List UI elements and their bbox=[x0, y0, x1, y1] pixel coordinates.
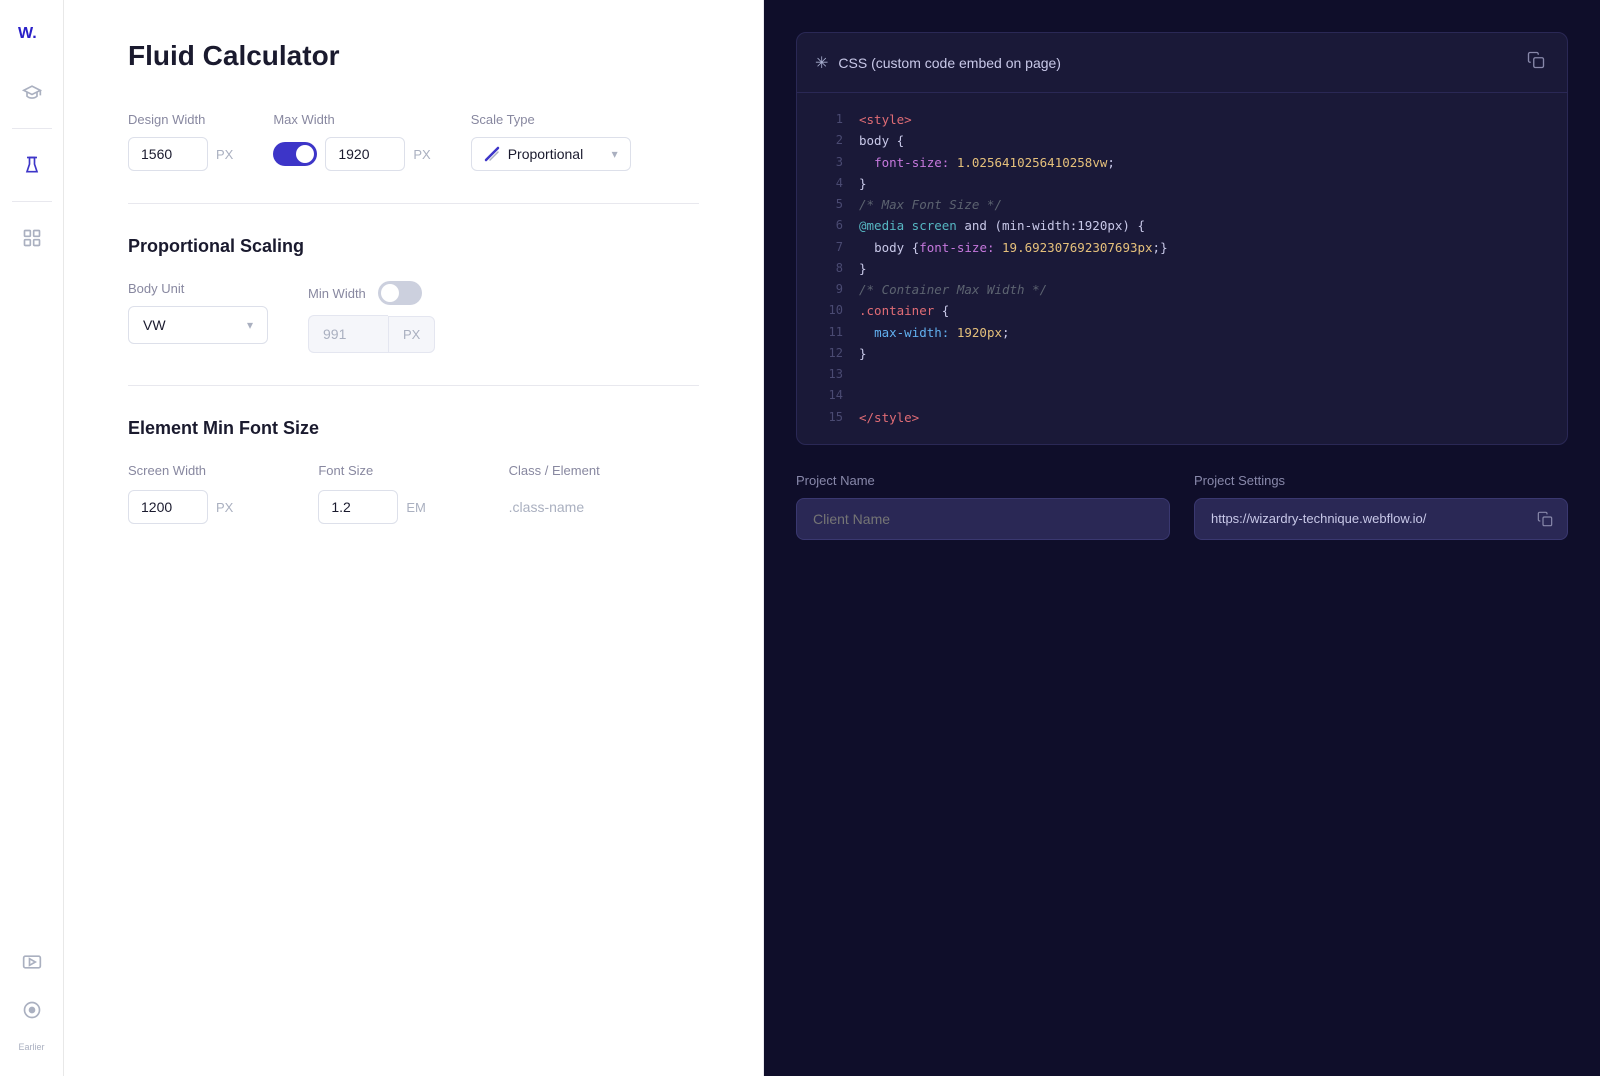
sidebar-item-video[interactable] bbox=[12, 942, 52, 982]
screen-width-value[interactable] bbox=[128, 490, 208, 524]
screen-width-unit: PX bbox=[216, 500, 233, 515]
font-size-cell: EM bbox=[318, 490, 508, 524]
screen-width-col-header: Screen Width bbox=[128, 463, 318, 478]
class-element-cell: .class-name bbox=[509, 499, 699, 515]
class-element-col-header: Class / Element bbox=[509, 463, 699, 478]
font-size-col-header: Font Size bbox=[318, 463, 508, 478]
sidebar-item-learn[interactable] bbox=[12, 72, 52, 112]
element-min-font-size-title: Element Min Font Size bbox=[128, 418, 699, 439]
max-width-toggle[interactable] bbox=[273, 142, 317, 166]
screen-width-cell: PX bbox=[128, 490, 318, 524]
page-title: Fluid Calculator bbox=[128, 40, 699, 72]
design-width-label: Design Width bbox=[128, 112, 233, 127]
proportional-icon bbox=[484, 146, 500, 162]
divider-2 bbox=[128, 385, 699, 386]
sidebar-item-circle[interactable] bbox=[12, 990, 52, 1030]
project-settings-label: Project Settings bbox=[1194, 473, 1568, 488]
min-width-label: Min Width bbox=[308, 286, 366, 301]
body-unit-group: Body Unit VW ▾ bbox=[128, 281, 268, 344]
design-width-unit: PX bbox=[216, 147, 233, 162]
sidebar-bottom: Earlier bbox=[12, 942, 52, 1060]
project-url-input[interactable] bbox=[1195, 499, 1523, 538]
max-width-input-row: PX bbox=[273, 137, 430, 171]
code-line-12: 12 } bbox=[797, 343, 1567, 364]
proportional-scaling-title: Proportional Scaling bbox=[128, 236, 699, 257]
url-copy-button[interactable] bbox=[1523, 499, 1567, 539]
max-width-unit: PX bbox=[413, 147, 430, 162]
widths-row: Design Width PX Max Width PX bbox=[128, 112, 699, 171]
project-info: Project Name Project Settings bbox=[796, 473, 1568, 540]
code-line-7: 7 body {font-size: 19.692307692307693px;… bbox=[797, 237, 1567, 258]
code-line-15: 15 </style> bbox=[797, 407, 1567, 428]
font-size-table: Screen Width Font Size Class / Element P… bbox=[128, 463, 699, 524]
sidebar-divider bbox=[12, 128, 52, 129]
design-width-input[interactable] bbox=[128, 137, 208, 171]
code-block-title-row: ✳ CSS (custom code embed on page) bbox=[815, 53, 1061, 73]
code-block-header: ✳ CSS (custom code embed on page) bbox=[797, 33, 1567, 93]
design-width-group: Design Width PX bbox=[128, 112, 233, 171]
code-block-title: CSS (custom code embed on page) bbox=[838, 55, 1061, 71]
css-code-block: ✳ CSS (custom code embed on page) 1 <sty… bbox=[796, 32, 1568, 445]
min-width-label-row: Min Width bbox=[308, 281, 435, 305]
min-width-group: Min Width PX bbox=[308, 281, 435, 353]
project-url-row bbox=[1194, 498, 1568, 540]
project-name-label: Project Name bbox=[796, 473, 1170, 488]
min-width-input-group: PX bbox=[308, 315, 435, 353]
earlier-label: Earlier bbox=[18, 1042, 44, 1052]
code-line-3: 3 font-size: 1.0256410256410258vw; bbox=[797, 152, 1567, 173]
code-line-1: 1 <style> bbox=[797, 109, 1567, 130]
class-value: .class-name bbox=[509, 499, 584, 515]
svg-text:W.: W. bbox=[18, 25, 37, 42]
max-width-input[interactable] bbox=[325, 137, 405, 171]
code-line-4: 4 } bbox=[797, 173, 1567, 194]
project-name-input[interactable] bbox=[796, 498, 1170, 540]
min-width-toggle[interactable] bbox=[378, 281, 422, 305]
code-line-13: 13 bbox=[797, 364, 1567, 385]
code-line-6: 6 @media screen and (min-width:1920px) { bbox=[797, 215, 1567, 236]
scale-type-group: Scale Type Proportional ▾ bbox=[471, 112, 631, 171]
chevron-down-icon: ▾ bbox=[612, 147, 618, 161]
code-line-11: 11 max-width: 1920px; bbox=[797, 322, 1567, 343]
sidebar-item-layers[interactable] bbox=[12, 218, 52, 258]
font-size-value[interactable] bbox=[318, 490, 398, 524]
scale-type-select[interactable]: Proportional ▾ bbox=[471, 137, 631, 171]
code-line-9: 9 /* Container Max Width */ bbox=[797, 279, 1567, 300]
code-line-10: 10 .container { bbox=[797, 300, 1567, 321]
sidebar-item-lab[interactable] bbox=[12, 145, 52, 185]
project-name-field: Project Name bbox=[796, 473, 1170, 540]
table-header: Screen Width Font Size Class / Element bbox=[128, 463, 699, 478]
max-width-label: Max Width bbox=[273, 112, 430, 127]
body-unit-label: Body Unit bbox=[128, 281, 268, 296]
font-size-unit: EM bbox=[406, 500, 426, 515]
body-unit-chevron-icon: ▾ bbox=[247, 318, 253, 332]
sidebar-nav bbox=[12, 72, 52, 942]
scale-type-value: Proportional bbox=[508, 146, 604, 162]
project-settings-field: Project Settings bbox=[1194, 473, 1568, 540]
code-line-5: 5 /* Max Font Size */ bbox=[797, 194, 1567, 215]
divider-1 bbox=[128, 203, 699, 204]
right-panel: ✳ CSS (custom code embed on page) 1 <sty… bbox=[764, 0, 1600, 1076]
code-line-8: 8 } bbox=[797, 258, 1567, 279]
design-width-input-row: PX bbox=[128, 137, 233, 171]
left-panel: Fluid Calculator Design Width PX Max Wid… bbox=[64, 0, 764, 1076]
asterisk-icon: ✳ bbox=[815, 53, 828, 73]
scale-type-label: Scale Type bbox=[471, 112, 631, 127]
main-area: Fluid Calculator Design Width PX Max Wid… bbox=[64, 0, 1600, 1076]
app-logo[interactable]: W. bbox=[16, 16, 48, 48]
min-width-unit: PX bbox=[388, 316, 435, 353]
sidebar-divider-2 bbox=[12, 201, 52, 202]
code-body: 1 <style> 2 body { 3 font-size: 1.025641… bbox=[797, 93, 1567, 444]
copy-button[interactable] bbox=[1523, 47, 1549, 78]
min-width-input bbox=[308, 315, 388, 353]
code-line-2: 2 body { bbox=[797, 130, 1567, 151]
body-unit-value: VW bbox=[143, 317, 166, 333]
code-line-14: 14 bbox=[797, 385, 1567, 406]
max-width-group: Max Width PX bbox=[273, 112, 430, 171]
body-unit-row: Body Unit VW ▾ Min Width bbox=[128, 281, 699, 353]
table-row: PX EM .class-name bbox=[128, 490, 699, 524]
body-unit-select[interactable]: VW ▾ bbox=[128, 306, 268, 344]
sidebar: W. bbox=[0, 0, 64, 1076]
